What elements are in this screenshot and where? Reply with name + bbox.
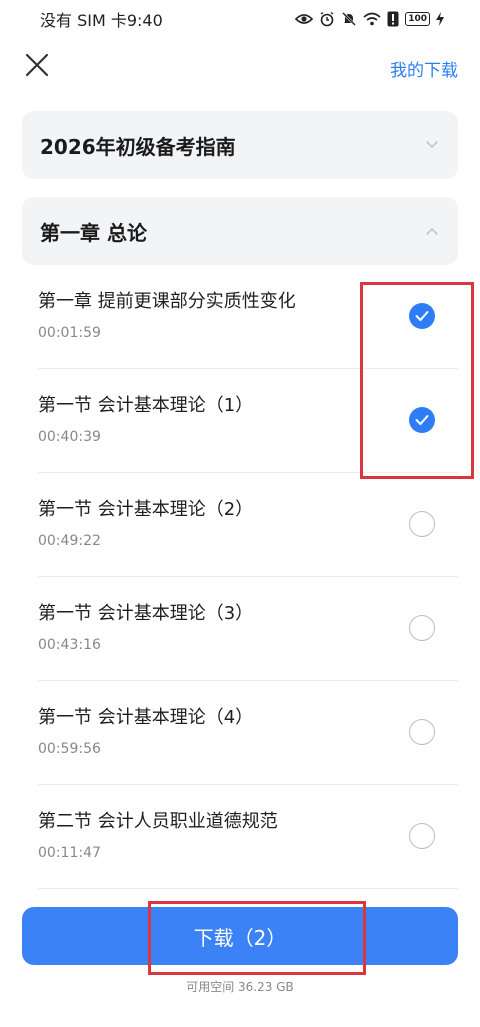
- item-title: 第一节 会计基本理论（1）: [38, 395, 254, 416]
- item-title: 第一章 提前更课部分实质性变化: [38, 291, 296, 312]
- eye-icon: [295, 12, 314, 26]
- section-title: 2026年初级备考指南: [40, 134, 236, 159]
- chevron-down-icon: [426, 141, 438, 149]
- wifi-icon: [363, 12, 381, 26]
- download-button-label: 下载（2）: [193, 925, 287, 950]
- battery-icon: 100: [405, 12, 430, 26]
- checkbox-unchecked[interactable]: [409, 615, 435, 641]
- list-item[interactable]: 第二节 会计人员职业道德规范 00:11:47: [22, 785, 458, 889]
- status-bar: 没有 SIM 卡9:40 100: [0, 0, 480, 38]
- section-exam-guide[interactable]: 2026年初级备考指南: [22, 111, 458, 179]
- alert-icon: [387, 11, 399, 27]
- charging-icon: [436, 12, 444, 26]
- checkbox-unchecked[interactable]: [409, 511, 435, 537]
- status-left: 没有 SIM 卡9:40: [40, 7, 163, 31]
- header: 我的下载: [0, 44, 480, 88]
- checkbox-checked[interactable]: [409, 303, 435, 329]
- divider: [38, 888, 458, 889]
- chevron-up-icon: [426, 227, 438, 235]
- list-item[interactable]: 第一章 提前更课部分实质性变化 00:01:59: [22, 265, 458, 369]
- item-duration: 00:40:39: [38, 429, 101, 445]
- checkbox-unchecked[interactable]: [409, 823, 435, 849]
- close-button[interactable]: [24, 52, 50, 78]
- my-downloads-link[interactable]: 我的下载: [390, 56, 458, 81]
- available-space-text: 可用空间 36.23 GB: [186, 980, 294, 994]
- list-item[interactable]: 第一节 会计基本理论（3） 00:43:16: [22, 577, 458, 681]
- item-title: 第一节 会计基本理论（2）: [38, 499, 254, 520]
- item-duration: 00:49:22: [38, 533, 101, 549]
- download-button[interactable]: 下载（2）: [22, 907, 458, 965]
- check-icon: [415, 415, 429, 425]
- clock-text: 9:40: [126, 11, 163, 30]
- section-chapter-1[interactable]: 第一章 总论: [22, 197, 458, 265]
- item-title: 第一节 会计基本理论（3）: [38, 603, 254, 624]
- mute-bell-icon: [341, 11, 357, 27]
- alarm-icon: [319, 11, 335, 27]
- list-item[interactable]: 第一节 会计基本理论（2） 00:49:22: [22, 473, 458, 577]
- close-icon: [25, 53, 49, 77]
- status-icons: 100: [295, 11, 444, 27]
- checkbox-checked[interactable]: [409, 407, 435, 433]
- item-title: 第一节 会计基本理论（4）: [38, 707, 254, 728]
- item-duration: 00:11:47: [38, 845, 101, 861]
- item-duration: 00:01:59: [38, 325, 101, 341]
- list-item[interactable]: 第一节 会计基本理论（4） 00:59:56: [22, 681, 458, 785]
- checkbox-unchecked[interactable]: [409, 719, 435, 745]
- list-item[interactable]: 第一节 会计基本理论（1） 00:40:39: [22, 369, 458, 473]
- item-duration: 00:43:16: [38, 637, 101, 653]
- check-icon: [415, 311, 429, 321]
- carrier-text: 没有 SIM 卡: [40, 11, 127, 30]
- section-title: 第一章 总论: [40, 220, 147, 245]
- item-title: 第二节 会计人员职业道德规范: [38, 811, 278, 832]
- item-duration: 00:59:56: [38, 741, 101, 757]
